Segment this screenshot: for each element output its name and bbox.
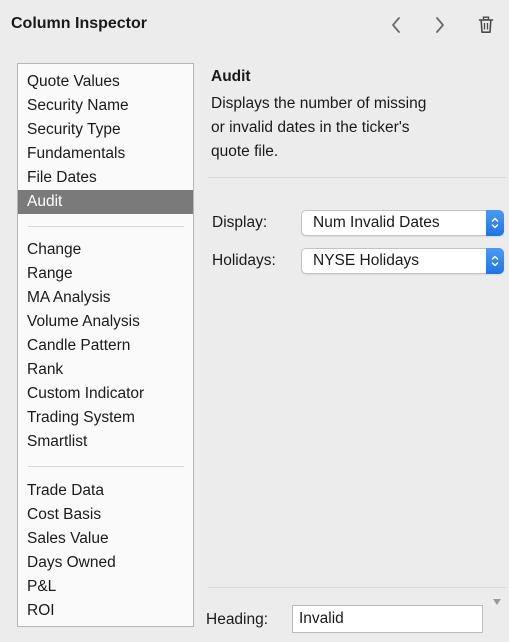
forward-button[interactable] [428, 11, 452, 39]
list-item-days-owned[interactable]: Days Owned [18, 551, 193, 575]
list-group-trade: Trade Data Cost Basis Sales Value Days O… [18, 479, 193, 623]
heading-input[interactable] [293, 606, 482, 632]
list-item-change[interactable]: Change [18, 238, 193, 262]
column-detail-title: Audit [211, 68, 251, 85]
list-item-sales-value[interactable]: Sales Value [18, 527, 193, 551]
column-description: Displays the number of missing or invali… [211, 92, 501, 164]
list-item-trading-system[interactable]: Trading System [18, 406, 193, 430]
display-popup-value: Num Invalid Dates [313, 214, 440, 231]
description-line: quote file. [211, 143, 279, 160]
inspector-title-bar: Column Inspector [0, 0, 509, 50]
list-item-quote-values[interactable]: Quote Values [18, 70, 193, 94]
triangle-down-icon[interactable] [492, 598, 502, 606]
holidays-label: Holidays: [212, 252, 276, 269]
up-down-chevron-icon [486, 210, 504, 236]
list-item-smartlist[interactable]: Smartlist [18, 430, 193, 454]
list-group-analysis: Change Range MA Analysis Volume Analysis… [18, 238, 193, 454]
display-popup[interactable]: Num Invalid Dates [301, 210, 504, 236]
description-line: Displays the number of missing [211, 95, 427, 112]
list-item-candle-pattern[interactable]: Candle Pattern [18, 334, 193, 358]
list-item-file-dates[interactable]: File Dates [18, 166, 193, 190]
list-item-security-name[interactable]: Security Name [18, 94, 193, 118]
heading-field[interactable] [292, 605, 483, 633]
list-divider [28, 226, 184, 227]
detail-divider [208, 177, 506, 178]
list-item-ma-analysis[interactable]: MA Analysis [18, 286, 193, 310]
list-item-cost-basis[interactable]: Cost Basis [18, 503, 193, 527]
list-item-range[interactable]: Range [18, 262, 193, 286]
description-line: or invalid dates in the ticker's [211, 119, 410, 136]
inspector-title: Column Inspector [11, 15, 148, 32]
holidays-popup[interactable]: NYSE Holidays [301, 248, 504, 274]
list-divider [28, 466, 184, 467]
up-down-chevron-icon [486, 248, 504, 274]
chevron-left-icon [392, 17, 400, 33]
holidays-popup-value: NYSE Holidays [313, 252, 419, 269]
back-button[interactable] [384, 11, 408, 39]
list-item-custom-indicator[interactable]: Custom Indicator [18, 382, 193, 406]
list-item-rank[interactable]: Rank [18, 358, 193, 382]
list-item-audit[interactable]: Audit [18, 190, 193, 214]
delete-button[interactable] [474, 11, 498, 39]
list-item-roi[interactable]: ROI [18, 599, 193, 623]
heading-label: Heading: [206, 611, 269, 628]
list-item-security-type[interactable]: Security Type [18, 118, 193, 142]
list-group-basic: Quote Values Security Name Security Type… [18, 70, 193, 214]
chevron-right-icon [436, 17, 444, 33]
list-item-fundamentals[interactable]: Fundamentals [18, 142, 193, 166]
trash-icon [478, 16, 494, 33]
list-item-pl[interactable]: P&L [18, 575, 193, 599]
column-type-list[interactable]: Quote Values Security Name Security Type… [17, 63, 194, 627]
list-item-trade-data[interactable]: Trade Data [18, 479, 193, 503]
list-item-volume-analysis[interactable]: Volume Analysis [18, 310, 193, 334]
footer-divider [208, 587, 506, 588]
display-label: Display: [212, 214, 268, 231]
